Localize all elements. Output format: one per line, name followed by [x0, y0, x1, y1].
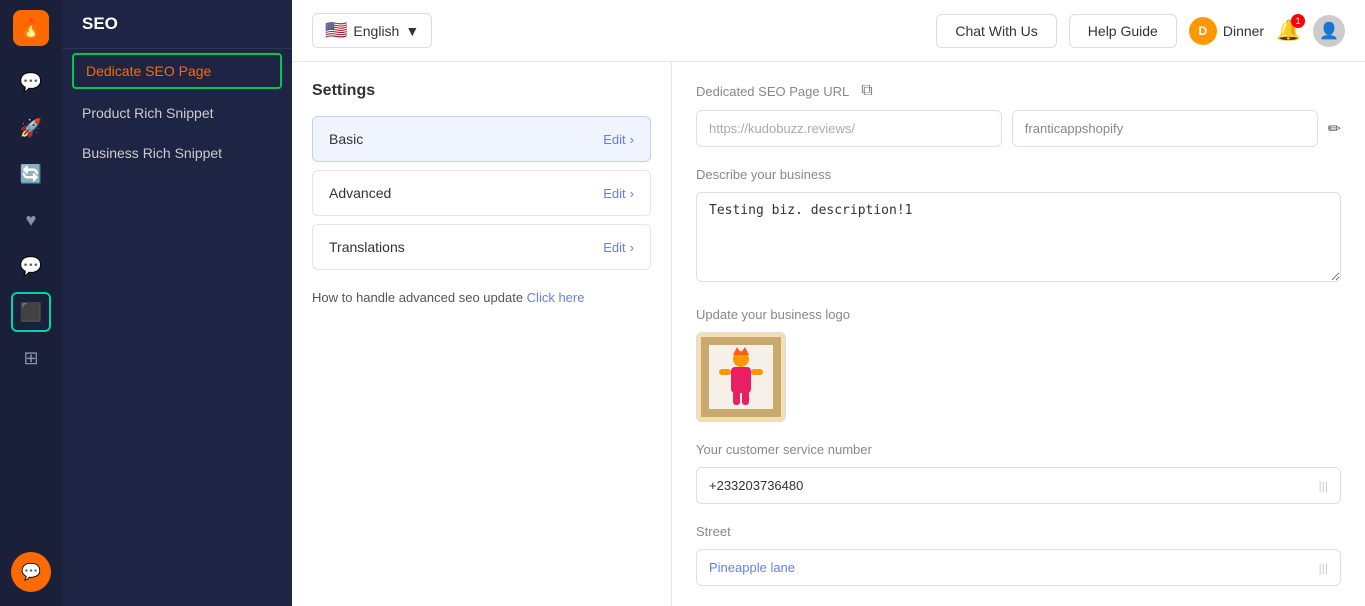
seo-hint-link[interactable]: Click here [527, 290, 585, 305]
dedicated-url-label: Dedicated SEO Page URL [696, 84, 849, 99]
street-value[interactable]: Pineapple lane [709, 560, 795, 575]
sidebar-item-business-rich[interactable]: Business Rich Snippet [62, 133, 292, 173]
settings-translations-edit[interactable]: Edit › [603, 240, 634, 255]
nav-icon-rocket[interactable]: 🚀 [11, 108, 51, 148]
url-section-header: Dedicated SEO Page URL ⧉ [696, 82, 1341, 100]
url-base-input[interactable] [696, 110, 1002, 147]
chat-fab-button[interactable]: 💬 [11, 552, 51, 592]
settings-panel: Settings Basic Edit › Advanced Edit › Tr… [292, 62, 672, 606]
content-area: Settings Basic Edit › Advanced Edit › Tr… [292, 62, 1365, 606]
nav-icon-heart[interactable]: ♥ [11, 200, 51, 240]
customer-service-label: Your customer service number [696, 442, 1341, 457]
language-selector[interactable]: 🇺🇸 English ▼ [312, 13, 432, 48]
chat-with-us-button[interactable]: Chat With Us [936, 14, 1056, 48]
chevron-right-icon-2: › [630, 186, 634, 201]
settings-basic-edit[interactable]: Edit › [603, 132, 634, 147]
edit-pencil-icon[interactable]: ✏ [1328, 119, 1341, 139]
logo-preview [697, 333, 785, 421]
chevron-right-icon-3: › [630, 240, 634, 255]
street-input-row: Pineapple lane ||| [696, 549, 1341, 586]
sidebar-item-dedicate-seo-label: Dedicate SEO Page [86, 63, 211, 79]
copy-icon[interactable]: ⧉ [861, 82, 872, 100]
help-guide-button[interactable]: Help Guide [1069, 14, 1177, 48]
settings-advanced-label: Advanced [329, 185, 391, 201]
settings-item-translations[interactable]: Translations Edit › [312, 224, 651, 270]
url-row: ✏ [696, 110, 1341, 147]
sidebar-item-product-rich[interactable]: Product Rich Snippet [62, 93, 292, 133]
flag-icon: 🇺🇸 [325, 20, 347, 41]
settings-translations-label: Translations [329, 239, 405, 255]
logo-label: Update your business logo [696, 307, 1341, 322]
street-bars-icon: ||| [1319, 561, 1328, 575]
user-badge: D Dinner [1189, 17, 1264, 45]
notification-count: 1 [1291, 14, 1305, 28]
phone-input-row: +233203736480 ||| [696, 467, 1341, 504]
street-label: Street [696, 524, 1341, 539]
chevron-right-icon: › [630, 132, 634, 147]
chevron-down-icon: ▼ [405, 23, 419, 39]
nav-icon-sync[interactable]: 🔄 [11, 154, 51, 194]
icon-bar: 🔥 💬 🚀 🔄 ♥ 💬 ⬛ ⊞ 💬 [0, 0, 62, 606]
sidebar-title: SEO [62, 0, 292, 49]
nav-icon-analytics[interactable]: ⬛ [11, 292, 51, 332]
user-profile-icon[interactable]: 👤 [1313, 15, 1345, 47]
notification-bell[interactable]: 🔔 1 [1276, 18, 1301, 43]
main-area: 🇺🇸 English ▼ Chat With Us Help Guide D D… [292, 0, 1365, 606]
settings-basic-label: Basic [329, 131, 363, 147]
logo-upload-area[interactable] [696, 332, 786, 422]
phone-value[interactable]: +233203736480 [709, 478, 803, 493]
settings-title: Settings [312, 82, 651, 100]
business-desc-label: Describe your business [696, 167, 1341, 182]
app-logo[interactable]: 🔥 [13, 10, 49, 46]
logo-svg [701, 337, 781, 417]
form-panel: Dedicated SEO Page URL ⧉ ✏ Describe your… [672, 62, 1365, 606]
sidebar-item-dedicate-seo[interactable]: Dedicate SEO Page [72, 53, 282, 89]
sidebar: SEO Dedicate SEO Page Product Rich Snipp… [62, 0, 292, 606]
nav-icon-chat[interactable]: 💬 [11, 62, 51, 102]
seo-update-hint: How to handle advanced seo update Click … [312, 290, 651, 305]
language-label: English [353, 23, 399, 39]
sidebar-item-product-rich-label: Product Rich Snippet [82, 105, 214, 121]
nav-icon-messages[interactable]: 💬 [11, 246, 51, 286]
business-desc-textarea[interactable]: Testing biz. description!1 [696, 192, 1341, 282]
seo-hint-text: How to handle advanced seo update [312, 290, 523, 305]
settings-item-basic[interactable]: Basic Edit › [312, 116, 651, 162]
url-suffix-input[interactable] [1012, 110, 1318, 147]
user-avatar-dot: D [1189, 17, 1217, 45]
nav-icon-grid[interactable]: ⊞ [11, 338, 51, 378]
settings-advanced-edit[interactable]: Edit › [603, 186, 634, 201]
user-name-label: Dinner [1223, 23, 1264, 39]
settings-item-advanced[interactable]: Advanced Edit › [312, 170, 651, 216]
topbar: 🇺🇸 English ▼ Chat With Us Help Guide D D… [292, 0, 1365, 62]
phone-bars-icon: ||| [1319, 479, 1328, 493]
sidebar-item-business-rich-label: Business Rich Snippet [82, 145, 222, 161]
